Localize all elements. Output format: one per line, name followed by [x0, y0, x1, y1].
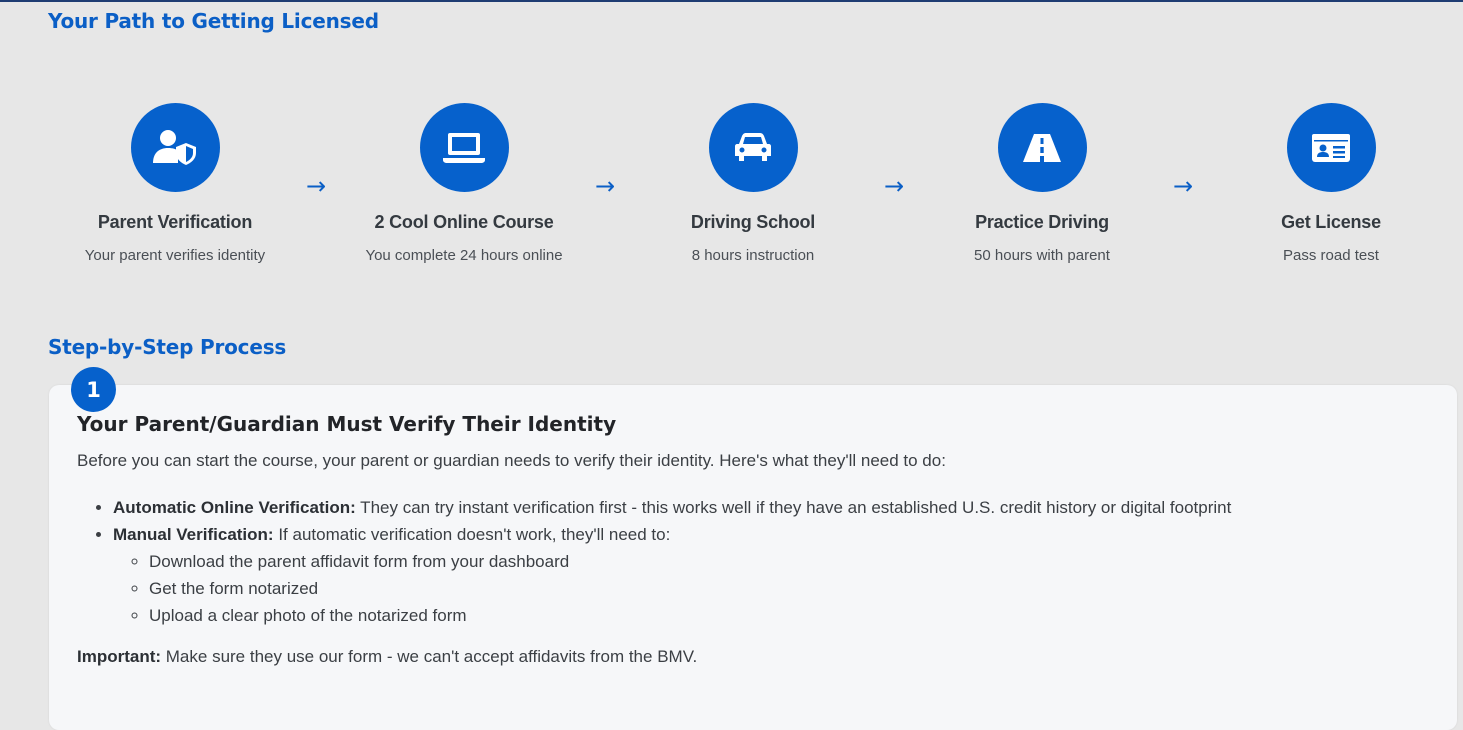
- step-label: Parent Verification: [97, 212, 253, 232]
- id-card-icon: [1312, 133, 1350, 162]
- step-circle: [1286, 103, 1376, 192]
- step-label: 2 Cool Online Course: [374, 212, 554, 232]
- step-get-license: Get License Pass road test: [1201, 103, 1461, 264]
- item-label: Manual Verification:: [113, 525, 274, 544]
- arrow-icon: →: [884, 172, 905, 200]
- list-item: Download the parent affidavit form from …: [149, 548, 1231, 575]
- process-title: Step-by-Step Process: [48, 335, 287, 359]
- step-label: Driving School: [690, 212, 816, 232]
- important-label: Important:: [77, 647, 162, 666]
- car-icon: [735, 132, 771, 161]
- step-online-course: 2 Cool Online Course You complete 24 hou…: [334, 103, 594, 264]
- step-desc: Your parent verifies identity: [84, 247, 266, 264]
- item-text: If automatic verification doesn't work, …: [273, 525, 671, 544]
- user-shield-icon: [153, 129, 196, 165]
- step-circle: [708, 103, 798, 192]
- item-label: Automatic Online Verification:: [113, 498, 356, 517]
- step-circle: [130, 103, 220, 192]
- list-item: Get the form notarized: [149, 575, 1231, 602]
- laptop-icon: [443, 132, 485, 163]
- step-label: Get License: [1281, 212, 1381, 232]
- step-desc: 50 hours with parent: [974, 247, 1110, 264]
- step-card: Your Parent/Guardian Must Verify Their I…: [49, 385, 1457, 730]
- licensing-steps: Parent Verification Your parent verifies…: [0, 0, 1463, 300]
- road-icon: [1023, 133, 1061, 162]
- item-text: They can try instant verification first …: [355, 498, 1232, 517]
- verification-list: Automatic Online Verification: They can …: [113, 494, 1231, 629]
- step-number-badge: 1: [71, 367, 116, 412]
- step-label: Practice Driving: [975, 212, 1109, 232]
- list-item: Automatic Online Verification: They can …: [113, 494, 1231, 521]
- arrow-icon: →: [595, 172, 616, 200]
- arrow-icon: →: [1173, 172, 1194, 200]
- card-intro: Before you can start the course, your pa…: [77, 451, 946, 470]
- important-note: Important: Make sure they use our form -…: [77, 647, 697, 667]
- step-circle: [997, 103, 1087, 192]
- important-text: Make sure they use our form - we can't a…: [161, 647, 698, 666]
- step-practice-driving: Practice Driving 50 hours with parent: [912, 103, 1172, 264]
- step-desc: Pass road test: [1283, 247, 1379, 264]
- list-item: Upload a clear photo of the notarized fo…: [149, 602, 1231, 629]
- arrow-icon: →: [306, 172, 327, 200]
- manual-steps-list: Download the parent affidavit form from …: [113, 548, 1231, 629]
- step-circle: [419, 103, 509, 192]
- step-desc: You complete 24 hours online: [365, 247, 563, 264]
- card-title: Your Parent/Guardian Must Verify Their I…: [77, 412, 617, 436]
- step-desc: 8 hours instruction: [691, 247, 815, 264]
- list-item: Manual Verification: If automatic verifi…: [113, 521, 1231, 629]
- step-parent-verification: Parent Verification Your parent verifies…: [45, 103, 305, 264]
- step-driving-school: Driving School 8 hours instruction: [623, 103, 883, 264]
